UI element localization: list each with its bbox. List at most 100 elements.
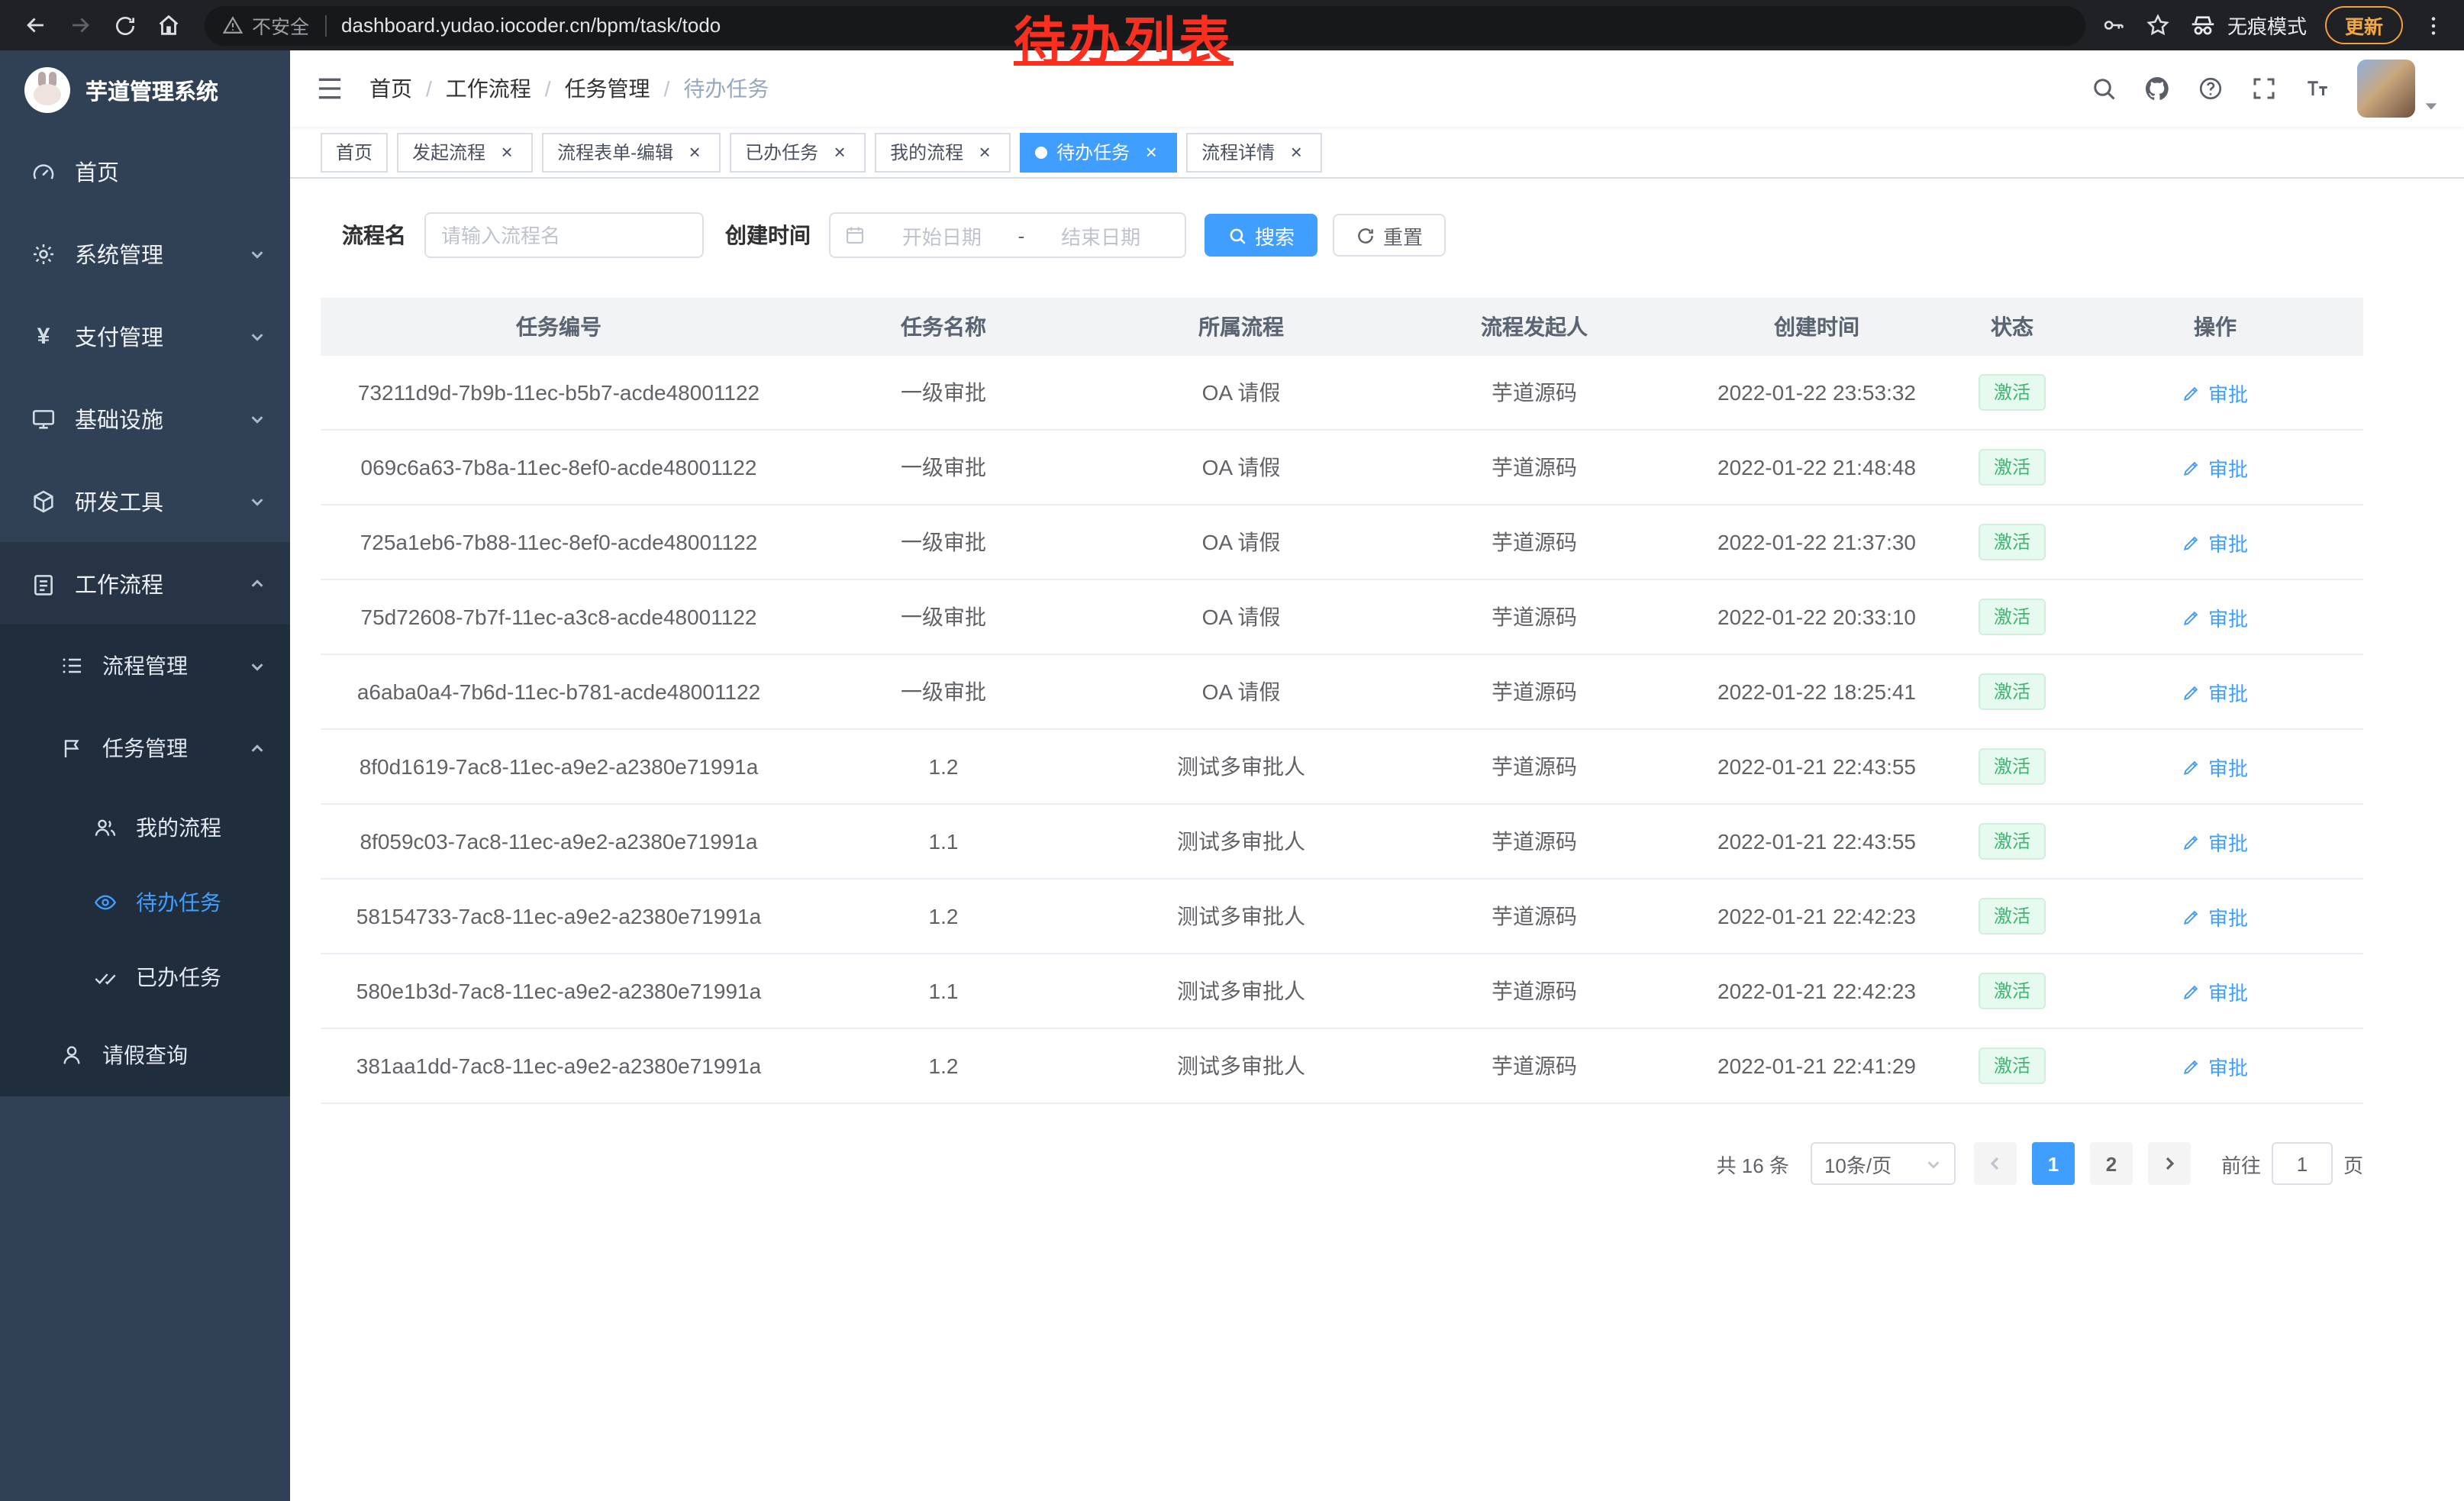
sidebar-item-done-tasks[interactable]: 已办任务 — [0, 939, 290, 1014]
breadcrumb-workflow[interactable]: 工作流程 — [446, 73, 531, 104]
reload-button[interactable] — [104, 5, 145, 46]
approve-link[interactable]: 审批 — [2182, 378, 2248, 407]
approve-link[interactable]: 审批 — [2182, 752, 2248, 781]
next-page-button[interactable] — [2148, 1142, 2191, 1185]
edit-icon — [2182, 831, 2202, 851]
github-icon[interactable] — [2143, 75, 2171, 102]
pagination: 共 16 条 10条/页 1 2 前往 页 — [321, 1142, 2363, 1185]
sidebar-item-system[interactable]: 系统管理 — [0, 212, 290, 295]
close-icon[interactable]: × — [1285, 141, 1307, 163]
search-icon[interactable] — [2090, 75, 2117, 102]
create-time-label: 创建时间 — [725, 220, 811, 250]
cell-action: 审批 — [2067, 880, 2363, 953]
page-button-1[interactable]: 1 — [2032, 1142, 2075, 1185]
annotation-overlay: 待办列表 — [1014, 14, 1234, 73]
security-chip[interactable]: 不安全 — [223, 11, 309, 40]
star-icon[interactable] — [2145, 12, 2171, 38]
approve-link[interactable]: 审批 — [2182, 453, 2248, 482]
back-button[interactable] — [15, 5, 56, 46]
tab-home[interactable]: 首页 — [321, 132, 388, 172]
cell-process: 测试多审批人 — [1090, 805, 1392, 878]
status-badge: 激活 — [1979, 1047, 2046, 1084]
key-icon[interactable] — [2101, 12, 2127, 38]
close-icon[interactable]: × — [974, 141, 995, 163]
close-icon[interactable]: × — [829, 141, 850, 163]
prev-page-button[interactable] — [1974, 1142, 2017, 1185]
chevron-down-icon — [249, 657, 266, 674]
font-size-icon[interactable] — [2304, 75, 2331, 102]
question-icon[interactable] — [2197, 75, 2224, 102]
start-date-placeholder[interactable]: 开始日期 — [872, 221, 1012, 250]
page-button-2[interactable]: 2 — [2090, 1142, 2133, 1185]
avatar[interactable] — [2357, 60, 2415, 118]
date-range-picker[interactable]: 开始日期 - 结束日期 — [829, 212, 1186, 258]
close-icon[interactable]: × — [1140, 141, 1162, 163]
tab-process-detail[interactable]: 流程详情× — [1186, 132, 1322, 172]
breadcrumb-home[interactable]: 首页 — [369, 73, 412, 104]
cell-action: 审批 — [2067, 805, 2363, 878]
approve-link[interactable]: 审批 — [2182, 1051, 2248, 1080]
sidebar-item-devtools[interactable]: 研发工具 — [0, 460, 290, 542]
cell-created: 2022-01-22 21:37:30 — [1676, 505, 1957, 579]
col-process: 所属流程 — [1090, 298, 1392, 356]
cell-task-id: 73211d9d-7b9b-11ec-b5b7-acde48001122 — [321, 356, 797, 429]
cell-status: 激活 — [1957, 580, 2067, 654]
cell-process: 测试多审批人 — [1090, 730, 1392, 803]
logo[interactable]: 芋道管理系统 — [0, 50, 290, 130]
incognito-badge: 无痕模式 — [2189, 11, 2307, 40]
cell-action: 审批 — [2067, 505, 2363, 579]
logo-title: 芋道管理系统 — [85, 74, 218, 106]
approve-link[interactable]: 审批 — [2182, 827, 2248, 856]
refresh-icon — [1356, 225, 1376, 245]
approve-link[interactable]: 审批 — [2182, 677, 2248, 706]
sidebar-item-workflow[interactable]: 工作流程 — [0, 542, 290, 625]
process-name-input[interactable] — [424, 212, 704, 258]
sidebar-item-payment[interactable]: ¥ 支付管理 — [0, 295, 290, 377]
cell-starter: 芋道源码 — [1392, 655, 1676, 728]
tab-done-tasks[interactable]: 已办任务× — [730, 132, 866, 172]
tab-form-edit[interactable]: 流程表单-编辑× — [542, 132, 721, 172]
approve-link[interactable]: 审批 — [2182, 528, 2248, 557]
sidebar-item-home[interactable]: 首页 — [0, 130, 290, 212]
home-button[interactable] — [148, 5, 189, 46]
tab-my-process[interactable]: 我的流程× — [875, 132, 1011, 172]
cell-action: 审批 — [2067, 431, 2363, 504]
status-badge: 激活 — [1979, 823, 2046, 860]
tab-todo-tasks[interactable]: 待办任务× — [1020, 132, 1177, 172]
sidebar-item-infra[interactable]: 基础设施 — [0, 377, 290, 460]
end-date-placeholder[interactable]: 结束日期 — [1030, 221, 1171, 250]
approve-link[interactable]: 审批 — [2182, 602, 2248, 631]
table-row: 580e1b3d-7ac8-11ec-a9e2-a2380e71991a 1.1… — [321, 954, 2363, 1029]
reset-button[interactable]: 重置 — [1333, 214, 1446, 257]
cell-created: 2022-01-22 20:33:10 — [1676, 580, 1957, 654]
close-icon[interactable]: × — [496, 141, 518, 163]
sidebar-item-leave-query[interactable]: 请假查询 — [0, 1014, 290, 1096]
close-icon[interactable]: × — [684, 141, 705, 163]
fullscreen-icon[interactable] — [2250, 75, 2278, 102]
sidebar-item-task-manage[interactable]: 任务管理 — [0, 707, 290, 789]
edit-icon — [2182, 607, 2202, 627]
hamburger-icon[interactable] — [314, 73, 345, 104]
status-badge: 激活 — [1979, 374, 2046, 411]
chevron-down-icon — [249, 492, 266, 509]
forward-button[interactable] — [60, 5, 101, 46]
approve-link[interactable]: 审批 — [2182, 902, 2248, 931]
sidebar-item-my-process[interactable]: 我的流程 — [0, 789, 290, 864]
cell-process: OA 请假 — [1090, 356, 1392, 429]
table-row: 75d72608-7b7f-11ec-a3c8-acde48001122 一级审… — [321, 580, 2363, 655]
tab-start-process[interactable]: 发起流程× — [397, 132, 533, 172]
goto-page-input[interactable] — [2272, 1142, 2333, 1185]
update-button[interactable]: 更新 — [2325, 6, 2403, 44]
cell-task-name: 1.2 — [797, 880, 1090, 953]
reload-icon — [112, 13, 137, 37]
kebab-menu-icon[interactable] — [2421, 13, 2446, 37]
user-menu[interactable] — [2357, 60, 2440, 118]
cell-starter: 芋道源码 — [1392, 580, 1676, 654]
approve-link[interactable]: 审批 — [2182, 976, 2248, 1006]
sidebar-item-process-manage[interactable]: 流程管理 — [0, 625, 290, 707]
page-size-select[interactable]: 10条/页 — [1811, 1142, 1956, 1185]
breadcrumb-task-manage[interactable]: 任务管理 — [565, 73, 650, 104]
sidebar-item-todo-tasks[interactable]: 待办任务 — [0, 864, 290, 939]
cell-status: 激活 — [1957, 805, 2067, 878]
search-button[interactable]: 搜索 — [1205, 214, 1317, 257]
